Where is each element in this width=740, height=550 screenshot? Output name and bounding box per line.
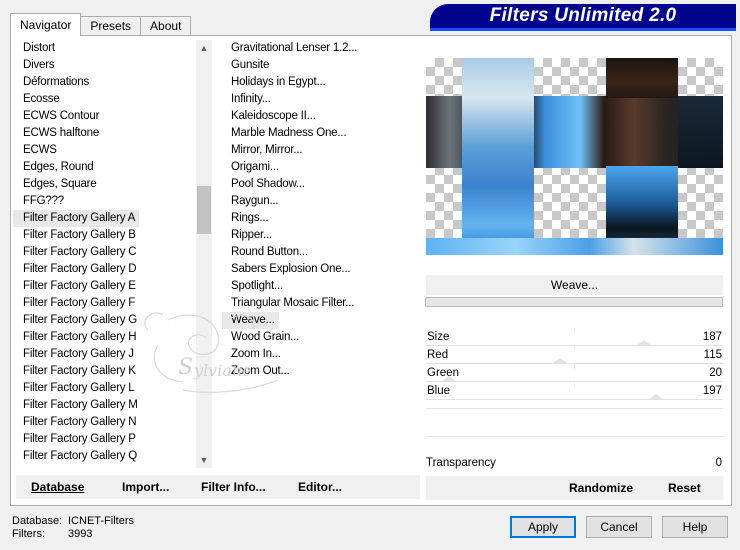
param-value: 20	[709, 367, 722, 379]
filters-count-value: 3993	[68, 528, 93, 540]
filter-item[interactable]: Wood Grain...	[222, 329, 418, 346]
reset-button[interactable]: Reset	[668, 476, 701, 500]
filter-item[interactable]: Gunsite	[222, 57, 418, 74]
filter-item[interactable]: Zoom Out...	[222, 363, 418, 380]
filter-item[interactable]: Gravitational Lenser 1.2...	[222, 40, 418, 57]
filter-item[interactable]: Origami...	[222, 159, 418, 176]
param-label: Size	[427, 331, 450, 343]
category-item[interactable]: Filter Factory Gallery P	[13, 431, 194, 448]
scroll-down-icon[interactable]: ▼	[196, 452, 212, 468]
category-item[interactable]: Déformations	[13, 74, 194, 91]
category-item[interactable]: Filter Factory Gallery M	[13, 397, 194, 414]
randomize-button[interactable]: Randomize	[569, 476, 633, 500]
status-info: Database: ICNET-Filters Filters: 3993	[12, 515, 134, 541]
editor-button[interactable]: Editor...	[298, 475, 342, 499]
category-item[interactable]: Filter Factory Gallery F	[13, 295, 194, 312]
category-list[interactable]: Distort Divers Déformations Ecosse ECWS Cont…	[13, 40, 194, 470]
banner-underline	[430, 28, 736, 31]
param-slider-green[interactable]: Green 20	[426, 364, 723, 382]
scroll-up-icon[interactable]: ▲	[196, 40, 212, 56]
current-filter-name: Weave...	[426, 275, 723, 295]
category-item[interactable]: Filter Factory Gallery D	[13, 261, 194, 278]
progress-bar	[425, 297, 723, 307]
category-item[interactable]: ECWS halftone	[13, 125, 194, 142]
category-item[interactable]: Filter Factory Gallery N	[13, 414, 194, 431]
unused-parameter-slots	[426, 400, 723, 454]
category-item[interactable]: Filter Factory Gallery A	[13, 210, 140, 227]
cancel-button[interactable]: Cancel	[586, 516, 652, 538]
category-item[interactable]: Edges, Round	[13, 159, 194, 176]
filter-item[interactable]: Round Button...	[222, 244, 418, 261]
filter-item[interactable]: Holidays in Egypt...	[222, 74, 418, 91]
category-item[interactable]: Filter Factory Gallery Q	[13, 448, 194, 465]
param-value: 115	[703, 349, 722, 361]
category-item[interactable]: ECWS	[13, 142, 194, 159]
category-scrollbar[interactable]: ▲ ▼	[196, 40, 212, 468]
category-item[interactable]: FFG???	[13, 193, 194, 210]
category-item[interactable]: Distort	[13, 40, 194, 57]
list-button-bar: Database Import... Filter Info... Editor…	[16, 475, 420, 499]
transparency-label: Transparency	[426, 457, 496, 469]
filter-item[interactable]: Ripper...	[222, 227, 418, 244]
filter-item[interactable]: Marble Madness One...	[222, 125, 418, 142]
param-label: Red	[427, 349, 449, 361]
filter-info-button[interactable]: Filter Info...	[201, 475, 266, 499]
category-item[interactable]: Filter Factory Gallery G	[13, 312, 194, 329]
filter-item[interactable]: Triangular Mosaic Filter...	[222, 295, 418, 312]
tab-navigator[interactable]: Navigator	[10, 13, 82, 36]
filters-count-label: Filters:	[12, 528, 45, 540]
category-item[interactable]: Filter Factory Gallery J	[13, 346, 194, 363]
param-slider-blue[interactable]: Blue 197	[426, 382, 723, 400]
filter-preview	[426, 58, 723, 255]
tab-about[interactable]: About	[140, 16, 192, 36]
param-value: 187	[702, 331, 722, 343]
filter-item[interactable]: Rings...	[222, 210, 418, 227]
tab-strip: Navigator Presets About	[10, 12, 192, 36]
category-item[interactable]: Filter Factory Gallery E	[13, 278, 194, 295]
database-button[interactable]: Database	[31, 475, 84, 499]
parameter-button-bar: Randomize Reset	[426, 476, 723, 500]
filter-item[interactable]: Raygun...	[222, 193, 418, 210]
database-status-label: Database:	[12, 515, 63, 527]
database-status-value: ICNET-Filters	[68, 515, 134, 527]
category-item[interactable]: Filter Factory Gallery L	[13, 380, 194, 397]
category-item[interactable]: ECWS Contour	[13, 108, 194, 125]
category-item[interactable]: Ecosse	[13, 91, 194, 108]
filter-item[interactable]: Zoom In...	[222, 346, 418, 363]
param-label: Blue	[427, 385, 451, 397]
help-button[interactable]: Help	[662, 516, 728, 538]
filter-item[interactable]: Sabers Explosion One...	[222, 261, 418, 278]
database-button-label: Database	[31, 480, 85, 494]
param-slider-red[interactable]: Red 115	[426, 346, 723, 364]
filter-item[interactable]: Weave...	[222, 312, 279, 329]
filter-item[interactable]: Spotlight...	[222, 278, 418, 295]
tab-presets[interactable]: Presets	[80, 16, 142, 36]
filter-list[interactable]: Gravitational Lenser 1.2... Gunsite Holida…	[222, 40, 418, 470]
category-item[interactable]: Filter Factory Gallery B	[13, 227, 194, 244]
transparency-value: 0	[715, 457, 722, 469]
import-button[interactable]: Import...	[122, 475, 169, 499]
param-value: 197	[702, 385, 722, 397]
app-title-banner: Filters Unlimited 2.0	[430, 4, 736, 28]
filter-parameters: Size 187 Red 115 Green 20 Blue 197	[426, 328, 723, 400]
category-item[interactable]: Filter Factory Gallery H	[13, 329, 194, 346]
param-slider-size[interactable]: Size 187	[426, 328, 723, 346]
category-item[interactable]: Filter Factory Gallery C	[13, 244, 194, 261]
scrollbar-thumb[interactable]	[197, 186, 211, 234]
filter-item[interactable]: Infinity...	[222, 91, 418, 108]
transparency-control[interactable]: Transparency 0	[426, 455, 723, 471]
category-item[interactable]: Divers	[13, 57, 194, 74]
category-item[interactable]: Filter Factory Gallery K	[13, 363, 194, 380]
category-item[interactable]: Edges, Square	[13, 176, 194, 193]
filter-item[interactable]: Mirror, Mirror...	[222, 142, 418, 159]
filter-item[interactable]: Pool Shadow...	[222, 176, 418, 193]
apply-button[interactable]: Apply	[510, 516, 576, 538]
filter-item[interactable]: Kaleidoscope II...	[222, 108, 418, 125]
